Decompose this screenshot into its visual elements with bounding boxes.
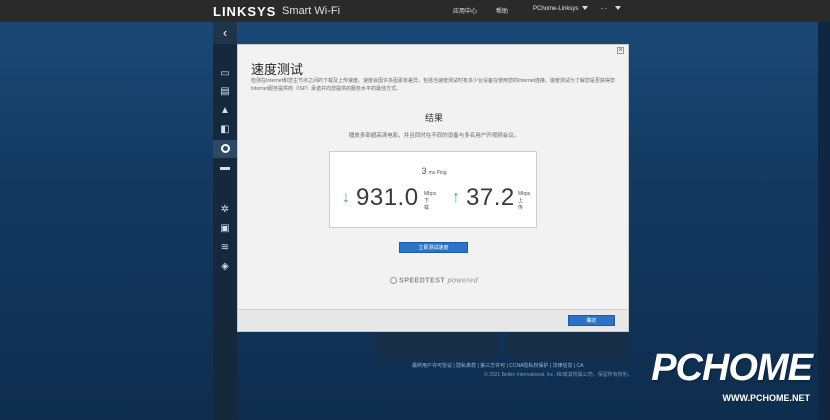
- speedtest-powered-logo: SPEEDTEST powered: [238, 277, 630, 284]
- background-tile: [378, 330, 498, 358]
- footer-copyright: © 2021 Belkin International, Inc. 和/或其附属…: [484, 372, 633, 378]
- watermark-logo: PCHOME: [651, 347, 813, 389]
- speedtest-icon: [390, 277, 398, 284]
- account-menu[interactable]: PChome-Linksys: [533, 6, 589, 12]
- download-label: 下载: [424, 198, 430, 211]
- close-icon[interactable]: ×: [617, 47, 624, 54]
- wifi-icon[interactable]: ≋: [218, 242, 232, 254]
- dialog-footer: 确定: [238, 309, 628, 331]
- chevron-left-icon: ‹: [222, 25, 228, 40]
- download-unit: Mbps: [424, 191, 437, 197]
- background-tile: [508, 330, 628, 358]
- arrow-down-icon: ↓: [342, 189, 350, 206]
- upload-value: 37.2: [466, 184, 515, 211]
- footer-links[interactable]: 最终用户许可协议 | 隐私条款 | 第三方许可 | CCNA隐私权保护 | 法律…: [412, 362, 584, 369]
- media-icon[interactable]: ▬: [218, 162, 232, 174]
- chevron-down-icon: [614, 6, 621, 11]
- sidebar: ‹ ▭ ▤ ▲ ◧ ▬ ✲ ▣ ≋ ◈: [213, 22, 237, 420]
- top-nav-bar: LINKSYS Smart Wi-Fi 应用中心 帮助 PChome-Links…: [0, 0, 830, 22]
- speedtest-icon[interactable]: [213, 140, 237, 158]
- settings-icon[interactable]: ✲: [218, 204, 232, 216]
- alert-icon[interactable]: ▲: [218, 105, 232, 117]
- download-value: 931.0: [356, 184, 419, 211]
- app-center-link[interactable]: 应用中心: [453, 6, 477, 15]
- ping-readout: 3 ms Ping: [330, 161, 538, 179]
- security-icon[interactable]: ▣: [218, 223, 232, 235]
- upload-unit: Mbps: [518, 191, 531, 197]
- result-panel: 3 ms Ping ↓ 931.0 Mbps 下载 ↑ 37.2 Mbps 上传: [329, 151, 537, 228]
- chevron-down-icon: [582, 6, 589, 11]
- devices-icon[interactable]: ▭: [218, 68, 232, 80]
- arrow-up-icon: ↑: [452, 189, 460, 206]
- linksys-logo[interactable]: LINKSYS: [213, 4, 276, 19]
- result-heading: 结果: [424, 113, 443, 123]
- ping-unit: ms Ping: [428, 170, 447, 176]
- watermark: PCHOME WWW.PCHOME.NET: [651, 347, 822, 407]
- result-summary: 播放多部超高清电影，并且同时在不同的设备与多名用户开视频会议。: [348, 133, 520, 139]
- back-button[interactable]: ‹: [213, 22, 237, 44]
- dialog-title: 速度测试: [251, 62, 304, 77]
- parental-icon[interactable]: ◧: [218, 124, 232, 136]
- help-link[interactable]: 帮助: [496, 6, 508, 15]
- watermark-url: WWW.PCHOME.NET: [722, 393, 811, 403]
- map-icon[interactable]: ▤: [218, 86, 232, 98]
- product-name: Smart Wi-Fi: [282, 5, 341, 17]
- upload-label: 上传: [518, 198, 524, 211]
- shield-icon[interactable]: ◈: [218, 261, 232, 273]
- start-speed-test-button[interactable]: 立即测试速度: [399, 242, 468, 253]
- dialog-description: 检测在Internet和您主节点之间的下载及上传速度。速度会因许多因素有差异，包…: [251, 78, 615, 92]
- speed-test-dialog: × 速度测试 检测在Internet和您主节点之间的下载及上传速度。速度会因许多…: [237, 44, 629, 332]
- ok-button[interactable]: 确定: [568, 315, 615, 326]
- ping-value: 3: [421, 166, 427, 176]
- user-menu[interactable]: - -: [601, 6, 621, 12]
